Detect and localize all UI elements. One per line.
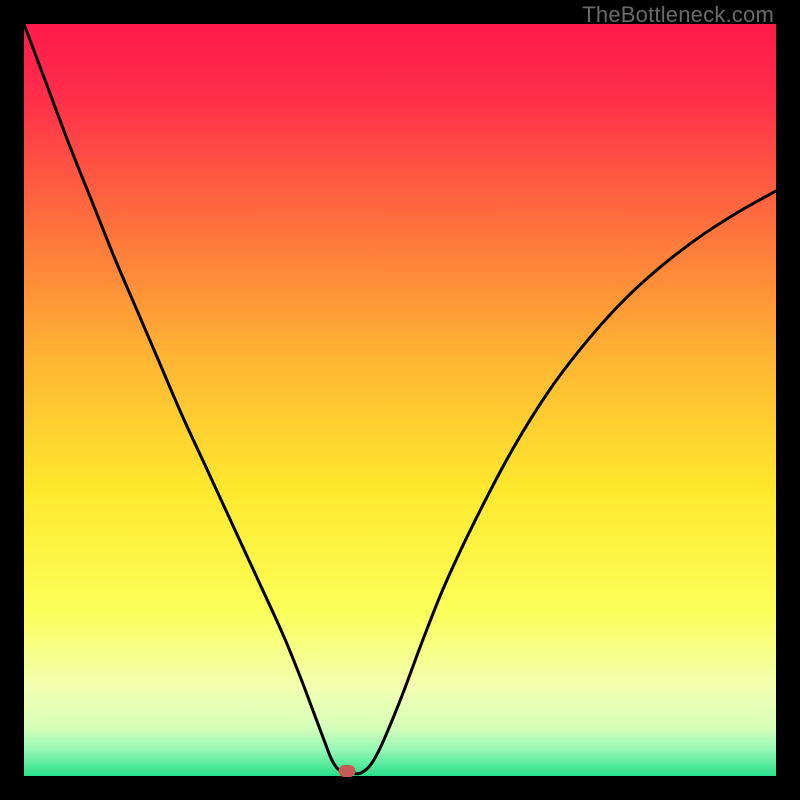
gradient-background [24,24,776,776]
optimal-point-marker [339,765,356,777]
watermark-text: TheBottleneck.com [582,2,774,28]
chart-frame [24,24,776,776]
bottleneck-chart [24,24,776,776]
